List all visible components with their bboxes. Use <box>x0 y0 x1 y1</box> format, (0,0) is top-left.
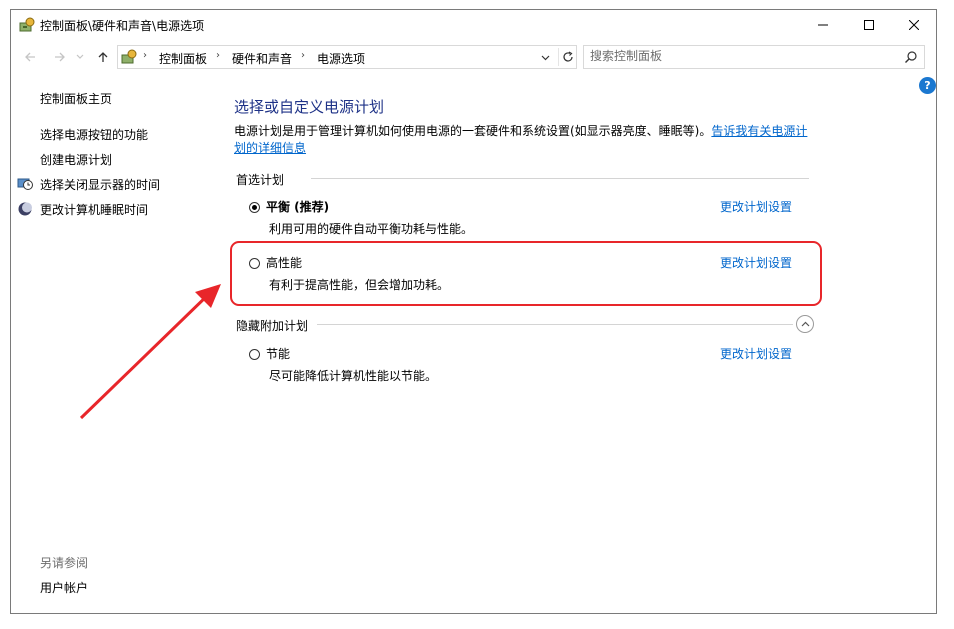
forward-button[interactable] <box>51 48 69 66</box>
up-arrow-icon <box>98 52 108 62</box>
chevron-right-icon: › <box>143 50 147 61</box>
breadcrumb-power-options[interactable]: 电源选项 <box>317 50 365 67</box>
search-input[interactable] <box>590 49 890 63</box>
address-dropdown-button[interactable] <box>536 48 554 66</box>
minimize-icon <box>818 24 828 26</box>
page-title: 选择或自定义电源计划 <box>234 98 385 116</box>
back-button[interactable] <box>21 48 39 66</box>
plan-power-saver-radio[interactable] <box>249 349 260 360</box>
plan-balanced-name[interactable]: 平衡 (推荐) <box>266 198 329 215</box>
refresh-icon <box>563 51 573 62</box>
search-icon <box>905 51 917 63</box>
page-description: 电源计划是用于管理计算机如何使用电源的一套硬件和系统设置(如显示器亮度、睡眠等)… <box>234 123 814 157</box>
chevron-down-icon <box>541 55 549 60</box>
close-button[interactable] <box>891 10 937 40</box>
chevron-right-icon: › <box>301 50 305 61</box>
window-title: 控制面板\硬件和声音\电源选项 <box>40 19 205 33</box>
plan-balanced-description: 利用可用的硬件自动平衡功耗与性能。 <box>269 222 474 236</box>
up-button[interactable] <box>94 48 112 66</box>
sidebar-create-power-plan[interactable]: 创建电源计划 <box>40 151 112 168</box>
preferred-plans-heading: 首选计划 <box>236 171 291 188</box>
plan-balanced-radio[interactable] <box>249 202 260 213</box>
highlight-box <box>230 241 822 306</box>
maximize-icon <box>864 20 874 30</box>
sidebar-user-accounts[interactable]: 用户帐户 <box>40 579 88 596</box>
sidebar-control-panel-home[interactable]: 控制面板主页 <box>40 90 112 107</box>
hidden-plans-heading: 隐藏附加计划 <box>236 317 315 334</box>
plan-power-saver-name[interactable]: 节能 <box>266 345 290 362</box>
search-box[interactable] <box>583 45 925 69</box>
back-arrow-icon <box>25 52 35 62</box>
divider <box>311 178 809 179</box>
power-options-app-icon <box>19 17 35 32</box>
sidebar-sleep-time[interactable]: 更改计算机睡眠时间 <box>40 201 148 218</box>
breadcrumb-control-panel[interactable]: 控制面板 <box>159 50 207 67</box>
chevron-right-icon: › <box>216 50 220 61</box>
power-options-app-icon <box>121 49 137 64</box>
plan-balanced-change-settings-link[interactable]: 更改计划设置 <box>720 198 792 215</box>
maximize-button[interactable] <box>846 10 892 40</box>
forward-arrow-icon <box>55 52 65 62</box>
sidebar-display-off-time[interactable]: 选择关闭显示器的时间 <box>40 176 160 193</box>
plan-power-saver-description: 尽可能降低计算机性能以节能。 <box>269 369 438 383</box>
description-text: 电源计划是用于管理计算机如何使用电源的一套硬件和系统设置(如显示器亮度、睡眠等)… <box>234 124 712 138</box>
chevron-down-icon <box>76 54 84 59</box>
plan-power-saver-change-settings-link[interactable]: 更改计划设置 <box>720 345 792 362</box>
minimize-button[interactable] <box>800 10 846 40</box>
monitor-clock-icon <box>17 178 33 190</box>
recent-locations-button[interactable] <box>74 48 86 66</box>
sidebar-power-button-function[interactable]: 选择电源按钮的功能 <box>40 126 148 143</box>
divider <box>317 324 793 325</box>
control-panel-window: 控制面板\硬件和声音\电源选项 › 控制面板 › 硬件和声音 › 电源选项 搜索… <box>10 9 937 614</box>
address-bar[interactable]: › 控制面板 › 硬件和声音 › 电源选项 <box>117 45 577 69</box>
chevron-up-icon <box>801 321 809 326</box>
moon-icon <box>18 202 32 216</box>
annotation-arrow <box>79 284 221 420</box>
collapse-hidden-plans-button[interactable] <box>796 315 814 333</box>
see-also-heading: 另请参阅 <box>40 556 89 570</box>
navigation-bar: › 控制面板 › 硬件和声音 › 电源选项 <box>11 44 936 70</box>
title-bar: 控制面板\硬件和声音\电源选项 <box>11 10 936 40</box>
help-button[interactable]: ? <box>919 77 936 94</box>
breadcrumb-hardware-sound[interactable]: 硬件和声音 <box>232 50 292 67</box>
close-icon <box>909 20 919 30</box>
refresh-button[interactable] <box>558 48 577 66</box>
